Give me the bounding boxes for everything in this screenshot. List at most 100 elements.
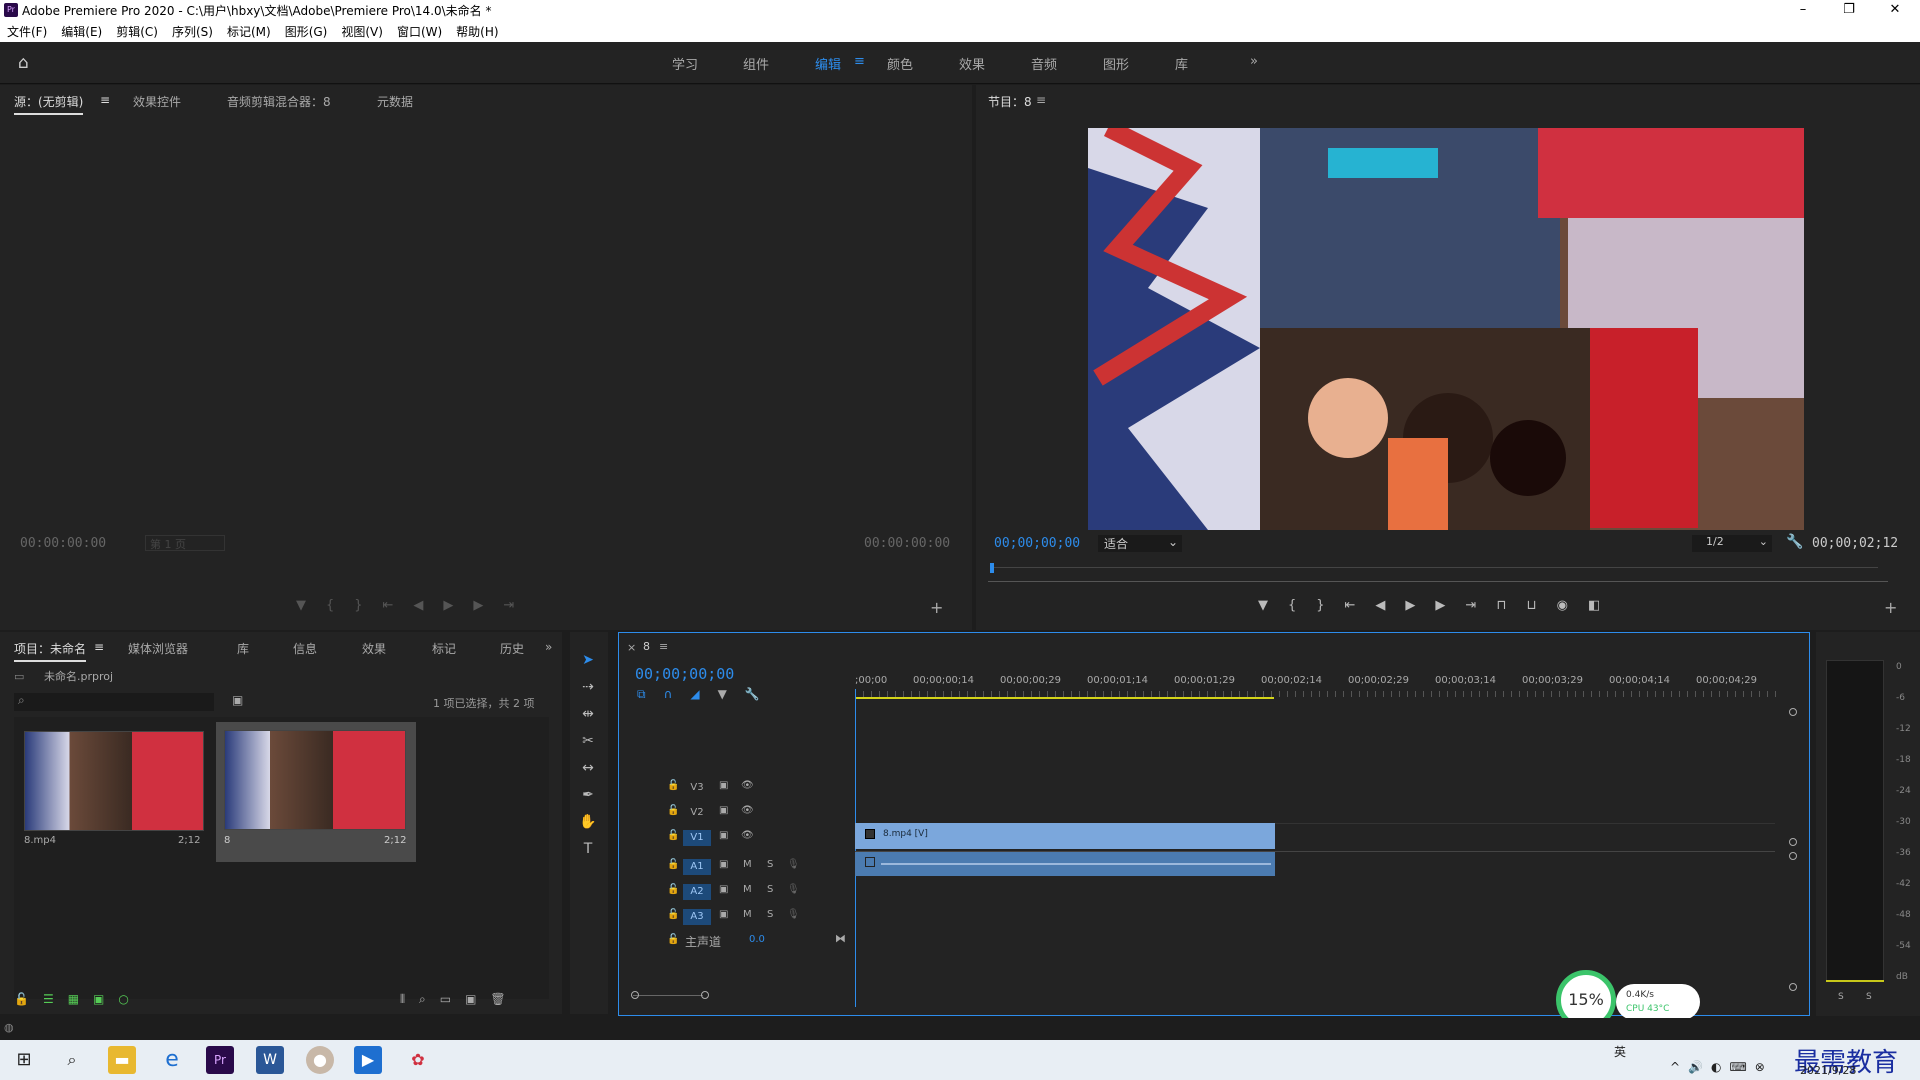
sync-lock-icon[interactable]: ▣	[719, 805, 728, 816]
workspace-color[interactable]: 颜色	[887, 54, 913, 73]
tab-metadata[interactable]: 元数据	[377, 93, 413, 110]
solo-button[interactable]: S	[767, 909, 773, 920]
audio-scroll-handle[interactable]	[1789, 983, 1797, 991]
zoom-handle-left[interactable]	[631, 991, 639, 999]
eye-icon[interactable]: 👁	[741, 805, 754, 816]
source-add-icon[interactable]: +	[930, 598, 943, 617]
program-zoom-bar[interactable]	[988, 581, 1888, 582]
workspace-assembly[interactable]: 组件	[743, 54, 769, 73]
wrench-icon[interactable]: 🔧	[1786, 534, 1803, 550]
audio-clip[interactable]	[855, 852, 1275, 876]
project-footer-actions[interactable]: ⫴⌕▭▣🗑	[400, 992, 520, 1007]
sync-lock-icon[interactable]: ▣	[719, 830, 728, 841]
timeline-zoom-scrollbar[interactable]	[633, 995, 703, 996]
premiere-taskbar-icon[interactable]: Pr	[206, 1046, 234, 1074]
program-transport-controls[interactable]: ▼{}⇤◀▶▶⇥⊓⊔◉◧	[1258, 598, 1620, 613]
search-icon[interactable]: ⌕	[58, 1046, 86, 1074]
ripple-edit-tool-icon[interactable]: ⇹	[578, 706, 598, 726]
input-method-indicator[interactable]: 英	[1614, 1043, 1626, 1060]
sync-lock-icon[interactable]: ▣	[719, 780, 728, 791]
panel-overflow-icon[interactable]: »	[545, 640, 552, 654]
app-avatar-icon[interactable]: ●	[306, 1046, 334, 1074]
project-item-clip[interactable]: 8.mp4 2;12	[20, 727, 204, 847]
track-select-tool-icon[interactable]: ⇢	[578, 679, 598, 699]
menu-window[interactable]: 窗口(W)	[390, 20, 449, 43]
track-label-a3[interactable]: A3	[683, 909, 711, 925]
workspace-graphics[interactable]: 图形	[1103, 54, 1129, 73]
word-icon[interactable]: W	[256, 1046, 284, 1074]
lock-icon[interactable]: 🔓	[667, 934, 679, 945]
master-expand-icon[interactable]: ⧓	[835, 932, 846, 945]
tab-effect-controls[interactable]: 效果控件	[133, 93, 181, 110]
workspace-libraries[interactable]: 库	[1175, 54, 1188, 73]
timeline-toolbar[interactable]: ⧉∩◢▼🔧	[637, 687, 778, 702]
eye-icon[interactable]: 👁	[741, 780, 754, 791]
program-time-ruler[interactable]	[994, 567, 1878, 568]
mute-button[interactable]: M	[743, 859, 752, 870]
tab-markers[interactable]: 标记	[432, 640, 456, 657]
video-scroll-handle[interactable]	[1789, 838, 1797, 846]
program-fit-select[interactable]: 适合 ⌄	[1098, 535, 1182, 552]
tab-media-browser[interactable]: 媒体浏览器	[128, 640, 188, 657]
timeline-timecode[interactable]: 00;00;00;00	[635, 665, 734, 683]
razor-tool-icon[interactable]: ✂	[578, 733, 598, 753]
workspace-menu-icon[interactable]: ≡	[854, 54, 865, 69]
meter-solo-right[interactable]: S	[1866, 992, 1872, 1002]
menu-clip[interactable]: 剪辑(C)	[109, 20, 165, 43]
meter-solo-left[interactable]: S	[1838, 992, 1844, 1002]
lock-icon[interactable]: 🔓	[667, 780, 679, 791]
workspace-more-icon[interactable]: »	[1250, 54, 1258, 69]
project-footer-controls[interactable]: 🔓☰▦▣○	[14, 992, 143, 1006]
program-add-icon[interactable]: +	[1884, 598, 1897, 617]
minimize-icon[interactable]: –	[1780, 0, 1826, 20]
new-bin-search-icon[interactable]: ▣	[232, 693, 243, 707]
tab-source[interactable]: 源：(无剪辑)	[14, 93, 84, 115]
program-resolution-select[interactable]: 1/2 ⌄	[1692, 535, 1772, 552]
track-label-a1[interactable]: A1	[683, 859, 711, 875]
lock-icon[interactable]: 🔓	[667, 909, 679, 920]
microphone-icon[interactable]: 🎙	[787, 909, 800, 920]
file-explorer-icon[interactable]: ▬	[108, 1046, 136, 1074]
menu-edit[interactable]: 编辑(E)	[54, 20, 109, 43]
menu-markers[interactable]: 标记(M)	[220, 20, 278, 43]
maximize-icon[interactable]: ❐	[1826, 0, 1872, 20]
project-menu-icon[interactable]: ≡	[94, 640, 104, 657]
workspace-audio[interactable]: 音频	[1031, 54, 1057, 73]
lock-icon[interactable]: 🔓	[667, 859, 679, 870]
pen-tool-icon[interactable]: ✒	[578, 787, 598, 807]
timeline-ruler[interactable]: ;00;00 00;00;00;14 00;00;00;29 00;00;01;…	[855, 675, 1785, 689]
menu-sequence[interactable]: 序列(S)	[165, 20, 220, 43]
video-scroll-handle[interactable]	[1789, 708, 1797, 716]
menu-help[interactable]: 帮助(H)	[449, 20, 505, 43]
master-volume-value[interactable]: 0.0	[749, 934, 765, 945]
work-area-bar[interactable]	[855, 697, 1274, 699]
sync-lock-icon[interactable]: ▣	[719, 884, 728, 895]
home-icon[interactable]: ⌂	[18, 53, 29, 73]
type-tool-icon[interactable]: T	[578, 841, 598, 861]
video-clip[interactable]: 8.mp4 [V]	[855, 823, 1275, 849]
zoom-handle-right[interactable]	[701, 991, 709, 999]
source-menu-icon[interactable]: ≡	[100, 93, 110, 110]
timeline-tab[interactable]: 8	[643, 640, 650, 653]
tab-info[interactable]: 信息	[293, 640, 317, 657]
windows-start-icon[interactable]: ⊞	[10, 1046, 38, 1074]
solo-button[interactable]: S	[767, 859, 773, 870]
network-cpu-widget[interactable]: 0.4K/s CPU 43°C	[1616, 984, 1700, 1020]
app-icon[interactable]: ✿	[404, 1046, 432, 1074]
tab-history[interactable]: 历史	[500, 640, 524, 657]
lock-icon[interactable]: 🔓	[667, 830, 679, 841]
workspace-editing[interactable]: 编辑	[815, 54, 841, 73]
source-transport-controls[interactable]: ▼{}⇤◀▶▶⇥	[296, 598, 534, 613]
audio-scroll-handle[interactable]	[1789, 852, 1797, 860]
media-player-icon[interactable]: ▶	[354, 1046, 382, 1074]
program-timecode[interactable]: 00;00;00;00	[994, 536, 1080, 551]
program-menu-icon[interactable]: ≡	[1036, 93, 1046, 107]
project-search-input[interactable]: ⌕	[14, 693, 214, 711]
sync-lock-icon[interactable]: ▣	[719, 909, 728, 920]
source-page-select[interactable]: 第 1 页	[145, 535, 225, 551]
tab-effects[interactable]: 效果	[362, 640, 386, 657]
solo-button[interactable]: S	[767, 884, 773, 895]
eye-icon[interactable]: 👁	[741, 830, 754, 841]
tab-libraries[interactable]: 库	[237, 640, 249, 657]
tab-audio-clip-mixer[interactable]: 音频剪辑混合器：8	[227, 93, 331, 110]
